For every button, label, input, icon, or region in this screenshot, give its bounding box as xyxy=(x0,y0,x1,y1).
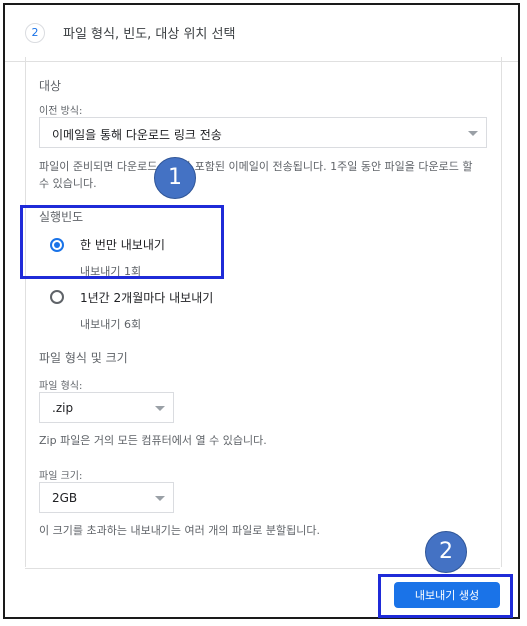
step-header: 2 파일 형식, 빈도, 대상 위치 선택 xyxy=(5,5,518,62)
method-label: 이전 방식: xyxy=(39,106,83,117)
step-number: 2 xyxy=(25,23,45,43)
chevron-down-icon xyxy=(155,406,165,411)
annotation-badge-1: 1 xyxy=(154,157,196,199)
file-size-label: 파일 크기: xyxy=(39,471,83,482)
file-size-select[interactable]: 2GB xyxy=(39,482,174,513)
footer-divider xyxy=(25,568,500,569)
method-description: 파일이 준비되면 다운로드 링크가 포함된 이메일이 전송됩니다. 1주일 동안… xyxy=(39,160,473,190)
chevron-down-icon xyxy=(155,496,165,501)
file-size-description: 이 크기를 초과하는 내보내기는 여러 개의 파일로 분할됩니다. xyxy=(39,524,320,537)
method-select[interactable]: 이메일을 통해 다운로드 링크 전송 xyxy=(39,117,487,148)
radio-every-2-months[interactable] xyxy=(50,290,64,304)
file-type-select[interactable]: .zip xyxy=(39,392,174,423)
step-title: 파일 형식, 빈도, 대상 위치 선택 xyxy=(63,27,236,42)
option-bimonthly-sub: 내보내기 6회 xyxy=(80,318,142,331)
file-type-value: .zip xyxy=(52,401,74,415)
destination-section-title: 대상 xyxy=(39,79,62,93)
file-type-description: Zip 파일은 거의 모든 컴퓨터에서 열 수 있습니다. xyxy=(39,434,267,447)
option-bimonthly-label[interactable]: 1년간 2개월마다 내보내기 xyxy=(80,289,213,306)
chevron-down-icon xyxy=(468,131,478,136)
highlight-box-create xyxy=(378,574,513,618)
file-size-value: 2GB xyxy=(52,491,78,505)
method-value: 이메일을 통해 다운로드 링크 전송 xyxy=(52,128,222,142)
file-type-label: 파일 형식: xyxy=(39,381,83,392)
annotation-badge-2: 2 xyxy=(425,531,467,573)
highlight-box-frequency xyxy=(20,205,224,279)
file-section-title: 파일 형식 및 크기 xyxy=(39,351,128,365)
step-content: 대상 이전 방식: 이메일을 통해 다운로드 링크 전송 파일이 준비되면 다운… xyxy=(25,57,502,567)
